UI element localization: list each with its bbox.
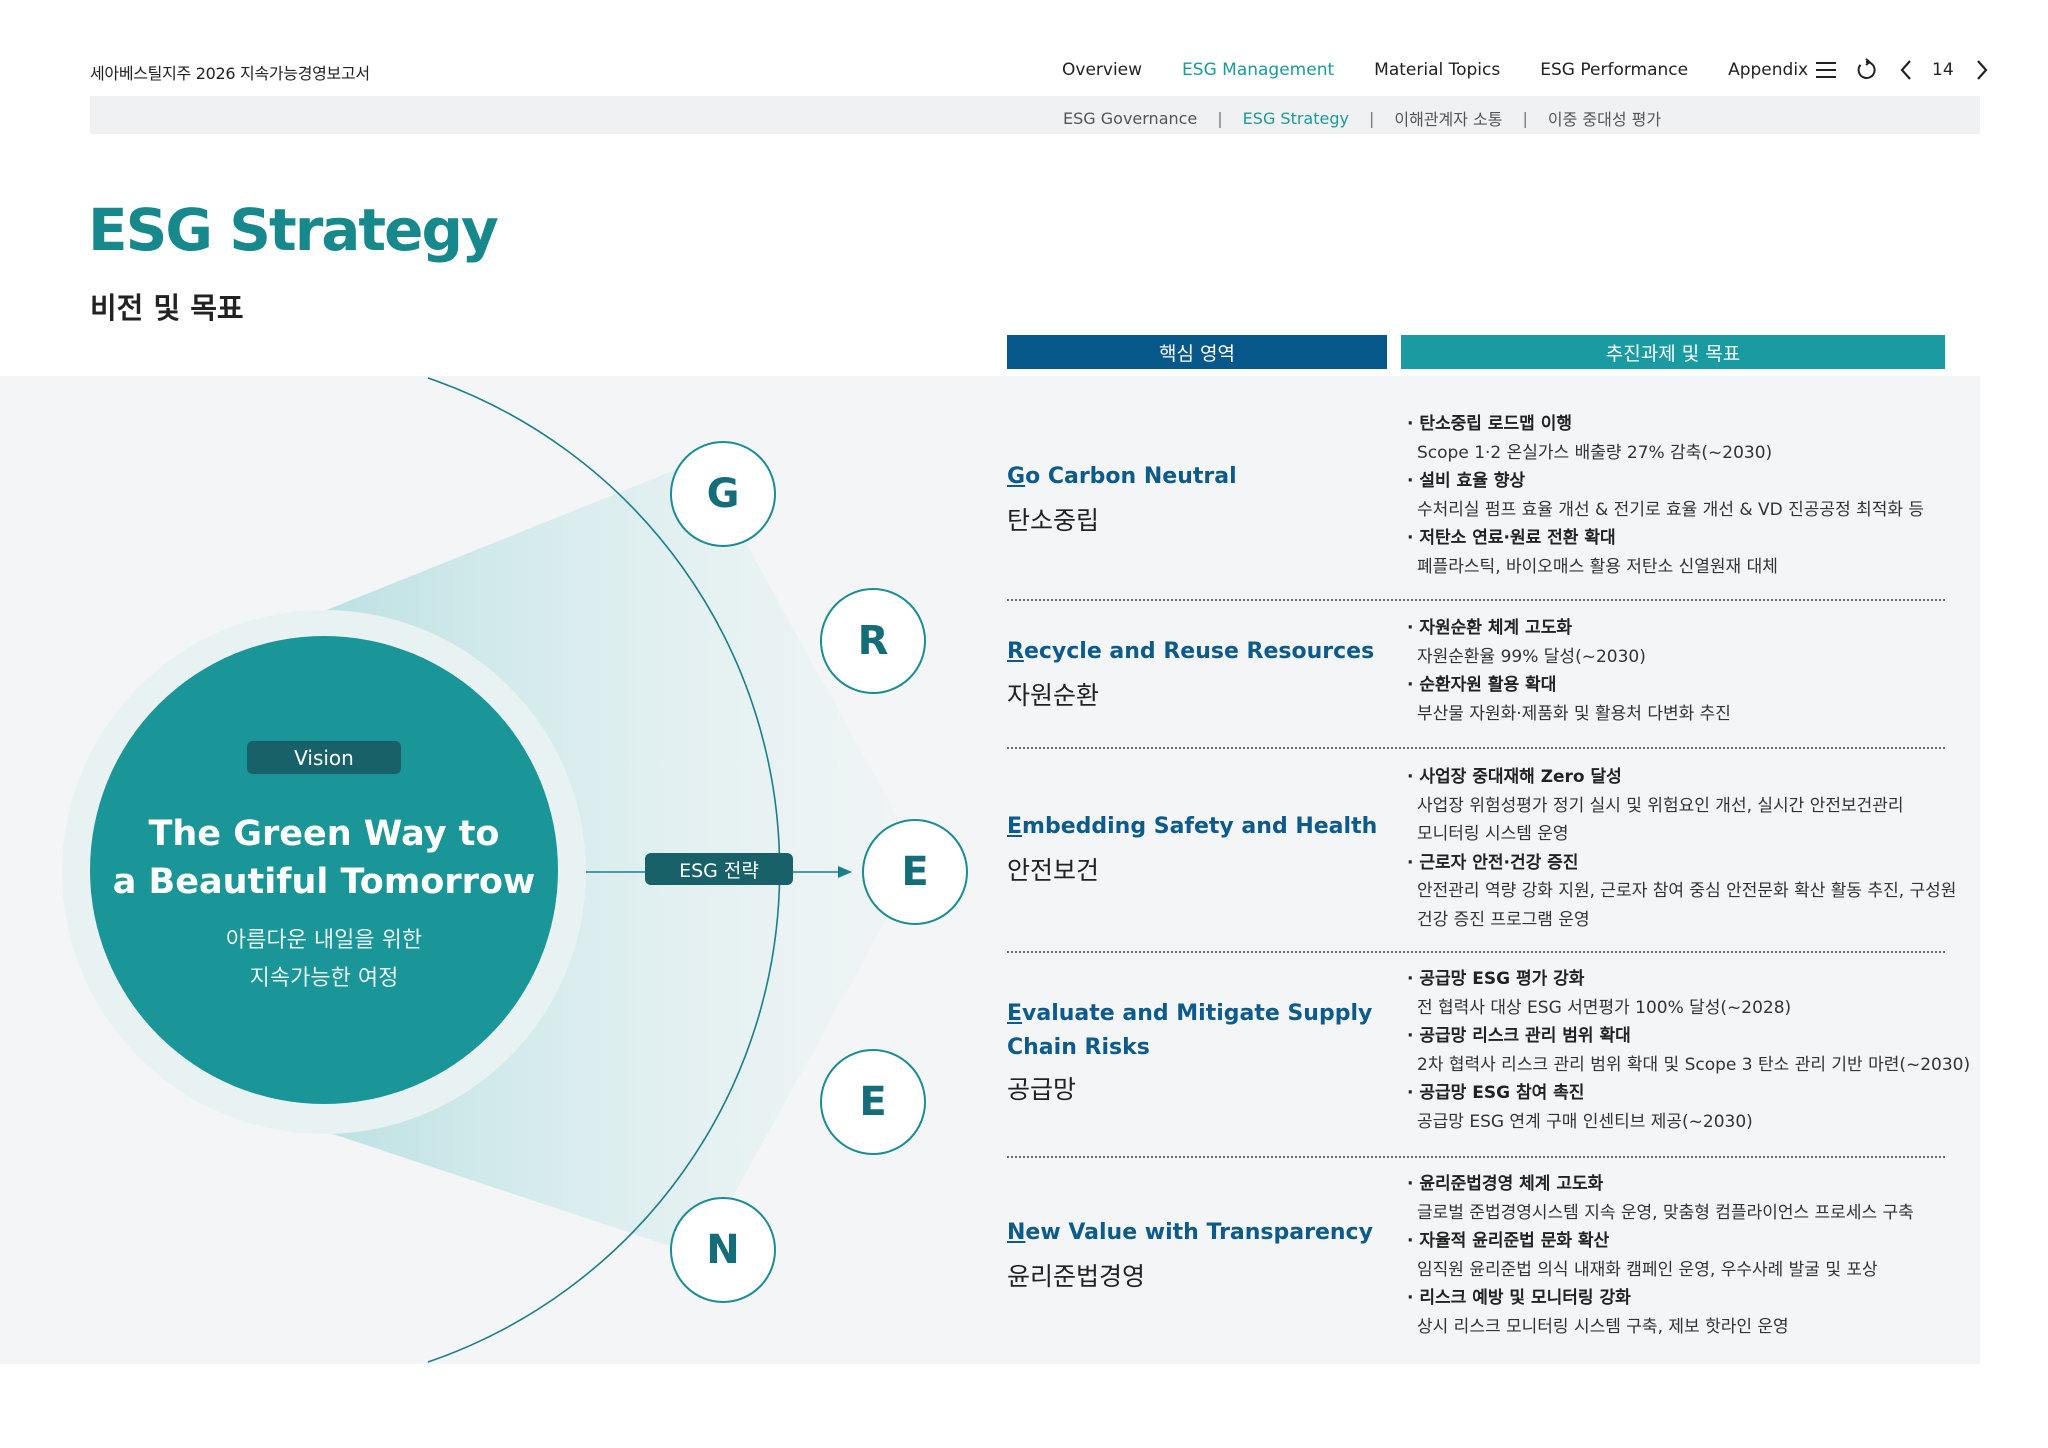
task-desc: 전 협력사 대상 ESG 서면평가 100% 달성(~2028) — [1417, 997, 1792, 1018]
area-korean-name: 윤리준법경영 — [1007, 1262, 1146, 1291]
letter-circle-e2: E — [820, 1049, 926, 1155]
task-title: · 윤리준법경영 체계 고도화 — [1407, 1174, 1604, 1194]
subnav-separator: | — [1368, 108, 1375, 128]
subnav-separator: | — [1522, 108, 1528, 128]
task-title: · 공급망 ESG 참여 촉진 — [1407, 1083, 1585, 1103]
letter-circle-g: G — [670, 441, 776, 547]
area-english-name: Embedding Safety and Health — [1007, 810, 1377, 844]
area-english-rest: valuate and Mitigate Supply — [1022, 1001, 1373, 1026]
task-desc: Scope 1·2 온실가스 배출량 27% 감축(~2030) — [1417, 442, 1773, 463]
task-list: · 윤리준법경영 체계 고도화 글로벌 준법경영시스템 지속 운영, 맞춤형 컴… — [1407, 1170, 1914, 1341]
subnav-double-materiality[interactable]: 이중 중대성 평가 — [1548, 106, 1661, 130]
subnav: ESG Governance | ESG Strategy | 이해관계자 소통… — [1063, 106, 1661, 130]
subnav-esg-strategy[interactable]: ESG Strategy — [1243, 109, 1349, 128]
task-title: · 사업장 중대재해 Zero 달성 — [1407, 767, 1622, 787]
area-row-carbon-neutral: Go Carbon Neutral 탄소중립 · 탄소중립 로드맵 이행 Sco… — [1007, 408, 1945, 601]
task-title: · 근로자 안전·건강 증진 — [1407, 852, 1579, 873]
task-title: · 리스크 예방 및 모니터링 강화 — [1407, 1288, 1631, 1308]
area-initial: E — [1007, 1001, 1023, 1026]
task-desc: 글로벌 준법경영시스템 지속 운영, 맞춤형 컴플라이언스 프로세스 구축 — [1417, 1202, 1914, 1223]
core-area-header: 핵심 영역 — [1007, 335, 1387, 369]
area-english-rest: ew Value with Transparency — [1025, 1220, 1373, 1245]
next-page-icon[interactable] — [1968, 56, 1996, 84]
task-title: · 저탄소 연료·원료 전환 확대 — [1407, 528, 1616, 548]
area-row-safety-health: Embedding Safety and Health 안전보건 · 사업장 중… — [1007, 749, 1956, 953]
task-title: · 순환자원 활용 확대 — [1407, 675, 1557, 695]
prev-page-icon[interactable] — [1892, 56, 1920, 84]
task-desc: 수처리실 펌프 효율 개선 & 전기로 효율 개선 & VD 진공공정 최적화 … — [1417, 499, 1925, 520]
subnav-separator: | — [1217, 108, 1223, 128]
task-desc: 공급망 ESG 연계 구매 인센티브 제공(~2030) — [1417, 1111, 1753, 1132]
task-title: · 자율적 윤리준법 문화 확산 — [1407, 1231, 1610, 1251]
top-nav: Overview ESG Management Material Topics … — [1062, 60, 1848, 80]
task-list: · 사업장 중대재해 Zero 달성 사업장 위험성평가 정기 실시 및 위험요… — [1407, 763, 1956, 934]
area-korean-name: 공급망 — [1007, 1075, 1077, 1104]
area-english-name: Evaluate and Mitigate Supply Chain Risks — [1007, 997, 1372, 1065]
vision-korean-line1: 아름다운 내일을 위한 — [225, 928, 423, 953]
task-title: · 설비 효율 향상 — [1407, 471, 1526, 491]
area-korean-name: 탄소중립 — [1007, 506, 1100, 535]
subnav-stakeholder-communication[interactable]: 이해관계자 소통 — [1394, 106, 1502, 130]
task-title: · 자원순환 체계 고도화 — [1407, 618, 1572, 638]
vision-badge: Vision — [247, 741, 401, 774]
area-english-name: Go Carbon Neutral — [1007, 460, 1237, 494]
letter-circle-r: R — [820, 588, 926, 694]
letter-circle-n: N — [670, 1197, 776, 1303]
area-row-supply-chain: Evaluate and Mitigate Supply Chain Risks … — [1007, 953, 1970, 1158]
subnav-esg-governance[interactable]: ESG Governance — [1063, 109, 1197, 128]
area-english-rest-line2: Chain Risks — [1007, 1035, 1150, 1060]
area-korean-name: 자원순환 — [1007, 681, 1100, 710]
area-row-ethics-compliance: New Value with Transparency 윤리준법경영 · 윤리준… — [1007, 1158, 1945, 1348]
nav-esg-performance[interactable]: ESG Performance — [1540, 60, 1688, 80]
area-initial: R — [1007, 639, 1024, 664]
vision-korean-line2: 지속가능한 여정 — [249, 966, 399, 991]
nav-material-topics[interactable]: Material Topics — [1374, 60, 1500, 80]
task-list: · 탄소중립 로드맵 이행 Scope 1·2 온실가스 배출량 27% 감축(… — [1407, 410, 1924, 581]
task-title: · 공급망 리스크 관리 범위 확대 — [1407, 1026, 1631, 1046]
page-number: 14 — [1932, 60, 1954, 80]
vision-english-line2: a Beautiful Tomorrow — [112, 862, 536, 902]
area-english-name: New Value with Transparency — [1007, 1216, 1373, 1250]
vision-statement-korean: 아름다운 내일을 위한 지속가능한 여정 — [90, 922, 558, 998]
task-desc: 임직원 윤리준법 의식 내재화 캠페인 운영, 우수사례 발굴 및 포상 — [1417, 1259, 1878, 1280]
nav-esg-management[interactable]: ESG Management — [1182, 60, 1334, 80]
subnav-bar — [90, 96, 1980, 134]
report-title: 세아베스틸지주 2026 지속가능경영보고서 — [90, 64, 370, 83]
area-korean-name: 안전보건 — [1007, 856, 1100, 885]
task-desc: 안전관리 역량 강화 지원, 근로자 참여 중심 안전문화 확산 활동 추진, … — [1417, 881, 1957, 901]
letter-circle-e1: E — [862, 819, 968, 925]
area-english-rest: o Carbon Neutral — [1025, 464, 1237, 489]
nav-tools: 14 — [1812, 56, 2008, 84]
vision-statement-english: The Green Way to a Beautiful Tomorrow — [90, 810, 558, 906]
area-initial: G — [1007, 464, 1026, 489]
vision-english-line1: The Green Way to — [148, 814, 500, 854]
task-title: · 공급망 ESG 평가 강화 — [1407, 969, 1585, 989]
task-list: · 자원순환 체계 고도화 자원순환율 99% 달성(~2030) · 순환자원… — [1407, 614, 1731, 728]
area-english-rest: ecycle and Reuse Resources — [1023, 639, 1375, 664]
esg-strategy-badge: ESG 전략 — [645, 853, 793, 885]
tasks-goals-header: 추진과제 및 목표 — [1401, 335, 1945, 369]
task-desc: 부산물 자원화·제품화 및 활용처 다변화 추진 — [1417, 703, 1731, 724]
refresh-icon[interactable] — [1852, 56, 1880, 84]
task-desc: 자원순환율 99% 달성(~2030) — [1417, 646, 1646, 667]
task-title: · 탄소중립 로드맵 이행 — [1407, 414, 1572, 434]
task-desc-continued: 모니터링 시스템 운영 — [1417, 824, 1569, 844]
task-desc: 폐플라스틱, 바이오매스 활용 저탄소 신열원재 대체 — [1417, 556, 1778, 577]
task-desc-continued: 건강 증진 프로그램 운영 — [1417, 909, 1590, 930]
page-title: ESG Strategy — [88, 196, 499, 264]
area-english-rest: mbedding Safety and Health — [1022, 814, 1378, 839]
page-subtitle: 비전 및 목표 — [90, 291, 244, 325]
task-desc: 사업장 위험성평가 정기 실시 및 위험요인 개선, 실시간 안전보건관리 — [1417, 795, 1904, 816]
area-english-name: Recycle and Reuse Resources — [1007, 635, 1374, 669]
menu-icon[interactable] — [1812, 56, 1840, 84]
area-initial: E — [1007, 814, 1023, 839]
task-desc: 상시 리스크 모니터링 시스템 구축, 제보 핫라인 운영 — [1417, 1316, 1789, 1337]
nav-appendix[interactable]: Appendix — [1728, 60, 1808, 80]
nav-overview[interactable]: Overview — [1062, 60, 1142, 80]
task-desc: 2차 협력사 리스크 관리 범위 확대 및 Scope 3 탄소 관리 기반 마… — [1417, 1054, 1971, 1075]
area-row-resource-circulation: Recycle and Reuse Resources 자원순환 · 자원순환 … — [1007, 601, 1945, 749]
task-list: · 공급망 ESG 평가 강화 전 협력사 대상 ESG 서면평가 100% 달… — [1407, 965, 1970, 1136]
area-initial: N — [1007, 1220, 1026, 1245]
